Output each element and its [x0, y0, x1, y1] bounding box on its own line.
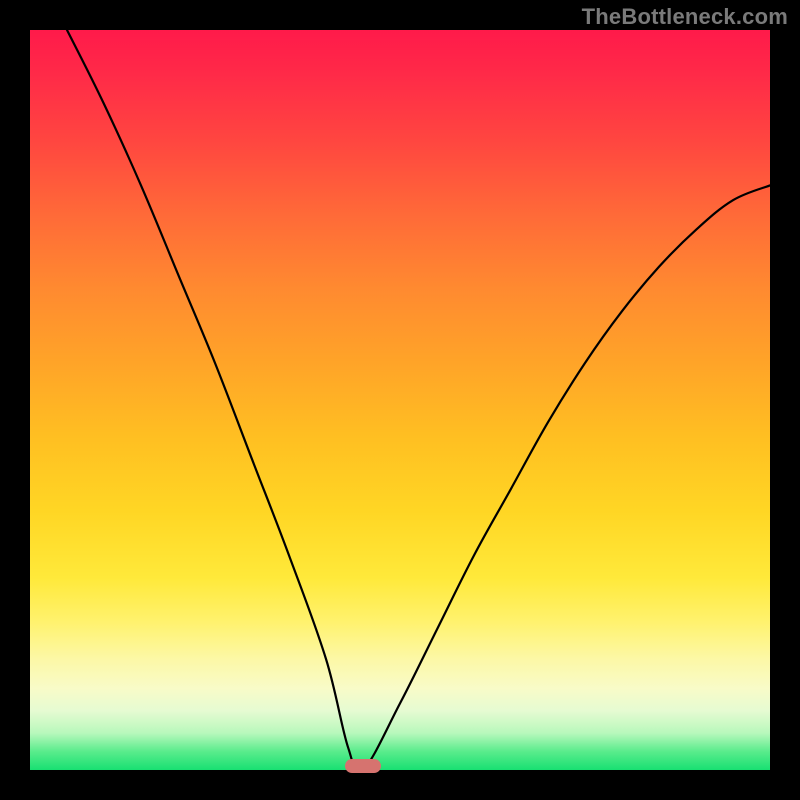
chart-frame: TheBottleneck.com	[0, 0, 800, 800]
curve-svg	[30, 30, 770, 770]
bottleneck-curve-path	[67, 30, 770, 770]
plot-area	[30, 30, 770, 770]
watermark-text: TheBottleneck.com	[582, 4, 788, 30]
minimum-marker	[345, 759, 381, 773]
